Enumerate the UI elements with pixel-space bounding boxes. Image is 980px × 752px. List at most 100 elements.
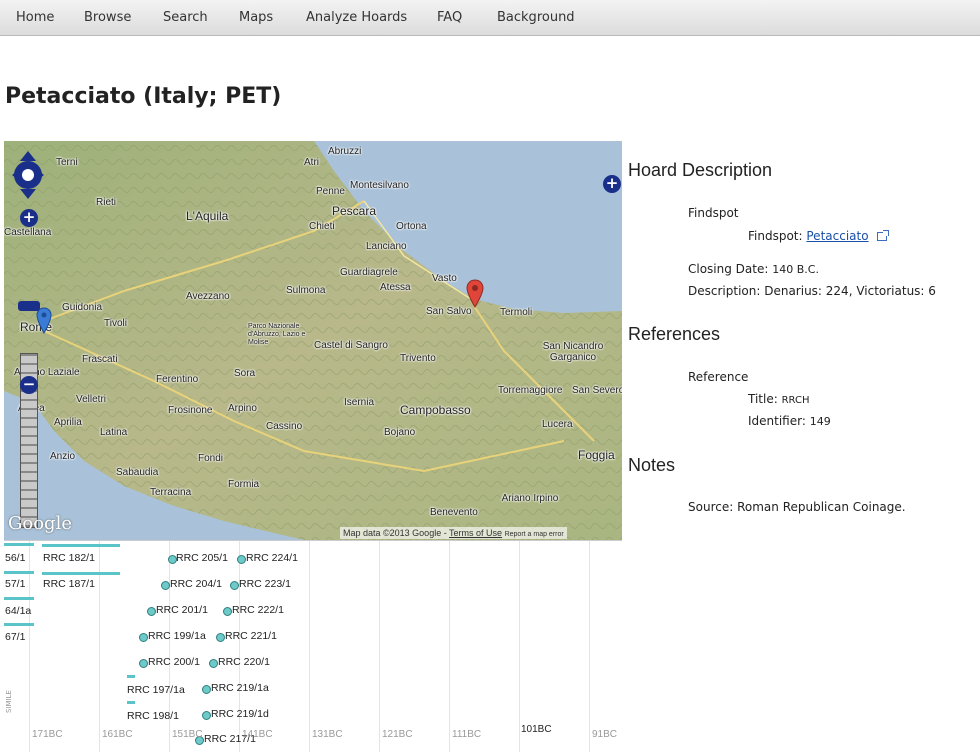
place-arpino: Arpino [228, 403, 257, 414]
place-cassino: Cassino [266, 421, 303, 432]
timeline-item[interactable]: RRC 223/1 [239, 578, 291, 590]
nav-search[interactable]: Search [163, 10, 208, 25]
timeline-bar [4, 543, 34, 546]
source-value: Roman Republican Coinage. [737, 500, 906, 514]
timeline-tick: 151BC [172, 729, 203, 740]
timeline-item[interactable]: RRC 182/1 [43, 552, 95, 564]
timeline-item[interactable]: RRC 224/1 [246, 552, 298, 564]
findspot-group-label: Findspot [688, 206, 739, 220]
timeline-item[interactable]: RRC 220/1 [218, 656, 270, 668]
timeline-tick: 161BC [102, 729, 133, 740]
nav-home[interactable]: Home [16, 10, 54, 25]
timeline-dot[interactable] [202, 711, 211, 720]
expand-map-icon[interactable]: + [603, 175, 621, 193]
map-attribution: Map data ©2013 Google - Terms of Use Rep… [340, 527, 567, 539]
place-formia: Formia [228, 479, 260, 490]
report-map-error-link[interactable]: Report a map error [505, 531, 564, 538]
timeline-item[interactable]: RRC 204/1 [170, 578, 222, 590]
timeline-dot[interactable] [237, 555, 246, 564]
place-terni: Terni [56, 157, 78, 168]
place-frosinone: Frosinone [168, 405, 213, 416]
place-lanciano: Lanciano [366, 241, 407, 252]
timeline-dot[interactable] [202, 685, 211, 694]
zoom-in-icon[interactable]: + [20, 209, 38, 227]
nav-analyze-hoards[interactable]: Analyze Hoards [306, 10, 407, 25]
place-frascati: Frascati [82, 354, 118, 365]
place-castellana: Castellana [4, 227, 52, 238]
external-link-icon[interactable] [876, 230, 889, 241]
hoard-map[interactable]: Terni Rieti L'Aquila Penne Pescara Chiet… [4, 141, 622, 540]
timeline-item[interactable]: RRC 222/1 [232, 604, 284, 616]
timeline-item[interactable]: RRC 201/1 [156, 604, 208, 616]
hoard-location-marker[interactable] [466, 279, 484, 309]
place-laquila: L'Aquila [186, 209, 229, 223]
timeline-side-label: SIMILE [5, 690, 13, 713]
timeline-item[interactable]: RRC 205/1 [176, 552, 228, 564]
notes-heading: Notes [628, 455, 676, 475]
place-campobasso: Campobasso [400, 403, 471, 417]
place-anzio: Anzio [50, 451, 76, 462]
nav-faq[interactable]: FAQ [437, 10, 462, 25]
timeline-dot[interactable] [216, 633, 225, 642]
timeline-tick: 171BC [32, 729, 63, 740]
timeline-dot[interactable] [209, 659, 218, 668]
timeline-tick: 141BC [242, 729, 273, 740]
timeline-dot[interactable] [230, 581, 239, 590]
timeline-bar [42, 572, 120, 575]
nav-browse[interactable]: Browse [84, 10, 131, 25]
timeline-dot[interactable] [147, 607, 156, 616]
zoom-out-icon[interactable]: − [20, 376, 38, 394]
place-pescara: Pescara [332, 204, 377, 218]
place-fondi: Fondi [198, 453, 224, 464]
timeline-item[interactable]: RRC 200/1 [148, 656, 200, 668]
closing-date-value: 140 B.C. [772, 263, 819, 276]
place-terracina: Terracina [150, 487, 192, 498]
timeline-left-label[interactable]: 67/1 [5, 631, 25, 643]
terms-of-use-link[interactable]: Terms of Use [449, 528, 502, 538]
nav-maps[interactable]: Maps [239, 10, 273, 25]
identifier-row: Identifier: 149 [748, 414, 831, 428]
place-isernia: Isernia [344, 397, 375, 408]
findspot-label: Findspot: [748, 229, 803, 243]
timeline-bar [4, 571, 34, 574]
place-ferentino: Ferentino [156, 374, 199, 385]
timeline-item[interactable]: RRC 199/1a [148, 630, 206, 642]
nav-background[interactable]: Background [497, 10, 575, 25]
findspot-link[interactable]: Petacciato [806, 229, 868, 243]
place-velletri: Velletri [76, 394, 107, 405]
timeline-item[interactable]: RRC 197/1a [127, 684, 185, 696]
place-rieti: Rieti [96, 197, 117, 208]
page-title: Petacciato (Italy; PET) [5, 84, 282, 109]
place-lucera: Lucera [542, 419, 573, 430]
timeline-bar [127, 675, 135, 678]
timeline-left-label[interactable]: 56/1 [5, 552, 25, 564]
zoom-handle[interactable] [18, 301, 40, 311]
rome-marker[interactable] [36, 307, 52, 335]
timeline-left-label[interactable]: 57/1 [5, 578, 25, 590]
timeline-dot[interactable] [223, 607, 232, 616]
timeline-item[interactable]: RRC 187/1 [43, 578, 95, 590]
place-abruzzi: Abruzzi [328, 146, 362, 157]
timeline-tick: 111BC [452, 729, 482, 740]
map-data-text: Map data ©2013 Google - [343, 528, 447, 538]
place-chieti: Chieti [309, 221, 335, 232]
timeline-tick: 121BC [382, 729, 413, 740]
timeline-item[interactable]: RRC 219/1a [211, 682, 269, 694]
nav-bar: Home Browse Search Maps Analyze Hoards F… [0, 0, 980, 36]
timeline-item[interactable]: RRC 219/1d [211, 708, 269, 720]
timeline-left-label[interactable]: 64/1a [5, 605, 31, 617]
timeline-dot[interactable] [139, 633, 148, 642]
timeline-bar [4, 623, 34, 626]
timeline-dot[interactable] [161, 581, 170, 590]
place-ariano-irpino: Ariano Irpino [501, 493, 559, 504]
timeline-item[interactable]: RRC 198/1 [127, 710, 179, 722]
timeline-bar [127, 701, 135, 704]
description-label: Description: [688, 284, 761, 298]
place-castel-di-sangro: Castel di Sangro [314, 340, 388, 351]
timeline-item[interactable]: RRC 221/1 [225, 630, 277, 642]
pan-control[interactable] [10, 149, 46, 201]
timeline-dot[interactable] [139, 659, 148, 668]
place-torremaggiore: Torremaggiore [498, 385, 563, 396]
source-row: Source: Roman Republican Coinage. [688, 500, 906, 514]
timeline[interactable]: 56/1 57/1 64/1a 67/1 RRC 182/1 RRC 187/1… [4, 540, 622, 752]
